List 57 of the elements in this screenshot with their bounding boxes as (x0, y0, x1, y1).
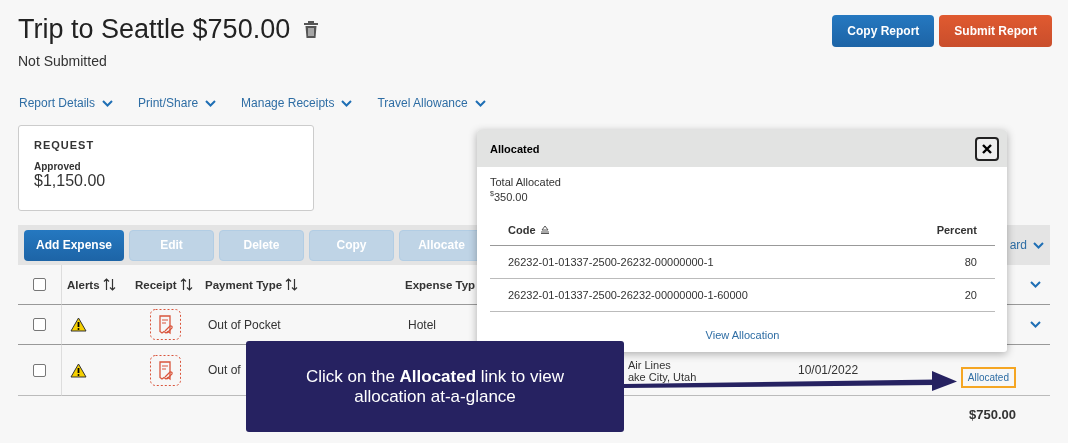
report-status: Not Submitted (18, 53, 107, 69)
chevron-down-icon (205, 99, 217, 107)
sort-icon[interactable] (102, 278, 116, 291)
receipt-icon[interactable] (149, 354, 181, 386)
allocation-percent: 20 (964, 288, 977, 301)
request-amount: $1,150.00 (34, 172, 107, 190)
allocation-code: 26232-01-01337-2500-26232-00000000-1 (508, 255, 714, 268)
allocation-code: 26232-01-01337-2500-26232-00000000-1-60000 (508, 288, 748, 301)
table-cell: Out of (208, 363, 241, 377)
vendor-name: Air Lines (628, 359, 671, 371)
nav-menu-link[interactable]: Print/Share (138, 96, 217, 110)
chevron-down-icon (1029, 281, 1041, 288)
submit-report-button[interactable]: Submit Report (939, 15, 1052, 47)
checkbox[interactable] (33, 318, 46, 331)
chevron-down-icon (341, 99, 353, 107)
report-title: Trip to Seattle $750.00 (18, 14, 291, 45)
column-header: Receipt (135, 278, 177, 291)
column-header: Code (508, 223, 536, 236)
allocation-percent: 80 (964, 255, 977, 268)
close-icon (982, 143, 992, 154)
warning-icon (70, 362, 87, 378)
sort-icon[interactable] (179, 278, 193, 291)
chevron-down-icon (474, 99, 486, 107)
total-allocated-amount: $^{$}$350.00 (490, 190, 529, 203)
nav-menu-link[interactable]: Travel Allowance (377, 96, 486, 110)
request-status: Approved (34, 161, 82, 172)
sort-icon[interactable] (539, 225, 550, 234)
table-cell: Out of Pocket (208, 317, 281, 332)
column-header: Payment Type (205, 278, 283, 291)
toolbar-button[interactable]: Add Expense (24, 229, 124, 261)
table-cell: Hotel (408, 317, 436, 332)
total-label: Total Allocated (490, 176, 562, 188)
nav-menu-link[interactable]: Manage Receipts (241, 96, 353, 110)
view-allocation-link[interactable]: View Allocation (699, 327, 786, 342)
callout-text: Click on the Allocated link to view allocation at-a-glance (305, 366, 565, 407)
chevron-down-icon (102, 99, 114, 107)
card-heading: REQUEST (34, 139, 96, 151)
receipt-icon[interactable] (149, 309, 181, 340)
column-header: Expense Typ (405, 278, 476, 291)
copy-report-button[interactable]: Copy Report (832, 15, 935, 47)
checkbox[interactable] (33, 363, 46, 377)
sort-icon[interactable] (285, 278, 299, 291)
total-amount: $750.00 (969, 407, 1016, 422)
column-header: Percent (936, 223, 977, 236)
column-header: Alerts (67, 278, 100, 291)
trash-icon[interactable] (304, 21, 319, 38)
popup-title: Allocated (490, 142, 540, 155)
allocated-link[interactable]: Allocated (960, 366, 1016, 388)
chevron-down-icon (1029, 321, 1041, 328)
warning-icon (70, 317, 87, 332)
nav-menu-link[interactable]: Report Details (19, 96, 114, 110)
view-menu[interactable]: ard (1009, 238, 1044, 252)
vendor-location: ake City, Utah (628, 371, 697, 383)
checkbox[interactable] (33, 278, 46, 291)
table-cell: 10/01/2022 (798, 363, 859, 377)
chevron-down-icon (1033, 241, 1044, 249)
close-button[interactable] (975, 136, 999, 161)
